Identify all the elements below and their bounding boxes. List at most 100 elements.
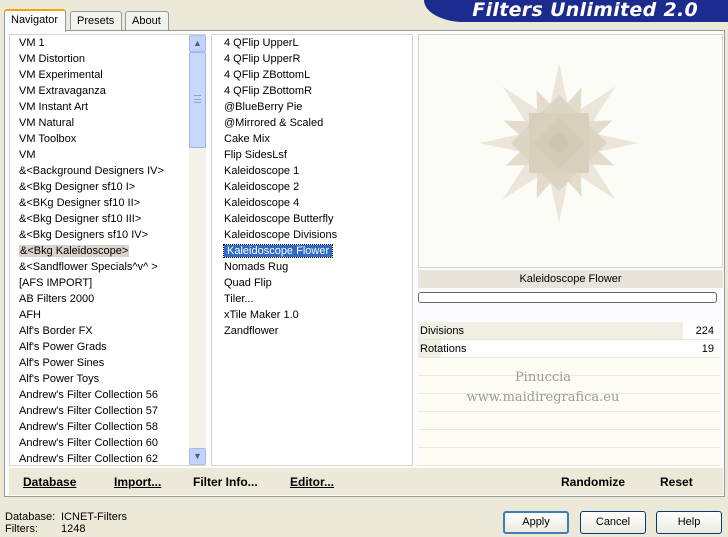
- category-item[interactable]: VM Natural: [10, 115, 190, 131]
- category-item[interactable]: VM 1: [10, 35, 190, 51]
- category-item[interactable]: &<BKg Designer sf10 II>: [10, 195, 190, 211]
- filter-item-label: Kaleidoscope 1: [224, 165, 300, 177]
- import-button-label: Import...: [114, 475, 162, 489]
- category-item[interactable]: Alf's Power Grads: [10, 339, 190, 355]
- filter-info-button[interactable]: Filter Info...: [193, 475, 258, 489]
- category-scrollbar[interactable]: ▲ ▼: [189, 35, 206, 465]
- category-item-label: VM 1: [19, 37, 45, 49]
- param-rotations-value: 19: [701, 343, 714, 355]
- filter-item[interactable]: 4 QFlip UpperL: [212, 35, 412, 51]
- category-item[interactable]: VM Extravaganza: [10, 83, 190, 99]
- category-item-label: AFH: [19, 309, 41, 321]
- database-button[interactable]: Database: [23, 475, 76, 489]
- filter-item-label: 4 QFlip UpperL: [224, 37, 299, 49]
- category-item[interactable]: AFH: [10, 307, 190, 323]
- watermark-line-2: www.maidiregrafica.eu: [466, 390, 620, 405]
- category-item[interactable]: VM: [10, 147, 190, 163]
- category-item[interactable]: Andrew's Filter Collection 60: [10, 435, 190, 451]
- filter-item-label: 4 QFlip ZBottomL: [224, 69, 311, 81]
- category-item[interactable]: &<Bkg Designer sf10 I>: [10, 179, 190, 195]
- filter-item[interactable]: Quad Flip: [212, 275, 412, 291]
- category-item[interactable]: Andrew's Filter Collection 56: [10, 387, 190, 403]
- reset-button-label: Reset: [660, 475, 693, 489]
- filter-item[interactable]: Flip SidesLsf: [212, 147, 412, 163]
- param-rotations[interactable]: Rotations 19: [418, 340, 720, 358]
- filter-item-label: Quad Flip: [224, 277, 272, 289]
- tab-presets[interactable]: Presets: [70, 11, 122, 31]
- category-item[interactable]: Andrew's Filter Collection 57: [10, 403, 190, 419]
- category-item-label: AB Filters 2000: [19, 293, 95, 305]
- reset-button[interactable]: Reset: [660, 475, 693, 489]
- import-button[interactable]: Import...: [114, 475, 161, 489]
- filter-info-button-label: Filter Info...: [193, 475, 258, 489]
- param-rotations-label: Rotations: [420, 343, 467, 355]
- scroll-up-button[interactable]: ▲: [189, 35, 206, 52]
- filter-item[interactable]: @Mirrored & Scaled: [212, 115, 412, 131]
- category-item[interactable]: &<Bkg Kaleidoscope>: [10, 243, 190, 259]
- param-empty-slot: [418, 430, 720, 448]
- category-item[interactable]: &<Bkg Designers sf10 IV>: [10, 227, 190, 243]
- filter-item-label: Tiler...: [224, 293, 254, 305]
- category-item[interactable]: VM Instant Art: [10, 99, 190, 115]
- scroll-down-button[interactable]: ▼: [189, 448, 206, 465]
- apply-button[interactable]: Apply: [503, 511, 569, 534]
- category-item-label: VM Experimental: [19, 69, 103, 81]
- category-item[interactable]: Alf's Power Toys: [10, 371, 190, 387]
- category-item[interactable]: AB Filters 2000: [10, 291, 190, 307]
- category-item-label: Alf's Power Grads: [19, 341, 107, 353]
- filter-item[interactable]: 4 QFlip ZBottomL: [212, 67, 412, 83]
- category-item[interactable]: Andrew's Filter Collection 58: [10, 419, 190, 435]
- filter-item[interactable]: Kaleidoscope Flower: [212, 243, 412, 259]
- category-item-label: &<BKg Designer sf10 II>: [19, 197, 141, 209]
- scroll-thumb[interactable]: [189, 52, 206, 148]
- filter-item-label: Flip SidesLsf: [224, 149, 287, 161]
- category-item[interactable]: Alf's Power Sines: [10, 355, 190, 371]
- filter-item-label: Kaleidoscope Flower: [222, 244, 334, 258]
- cancel-button[interactable]: Cancel: [580, 511, 646, 534]
- filter-item-label: 4 QFlip ZBottomR: [224, 85, 313, 97]
- database-status-label: Database:: [5, 511, 56, 523]
- category-item[interactable]: VM Distortion: [10, 51, 190, 67]
- filter-item[interactable]: xTile Maker 1.0: [212, 307, 412, 323]
- category-item[interactable]: Andrew's Filter Collection 62: [10, 451, 190, 467]
- category-item[interactable]: [AFS IMPORT]: [10, 275, 190, 291]
- category-item-label: VM Toolbox: [19, 133, 77, 145]
- param-divisions[interactable]: Divisions 224: [418, 322, 720, 340]
- filter-list[interactable]: 4 QFlip UpperL 4 QFlip UpperR 4 QFlip ZBot…: [211, 34, 413, 466]
- filter-item[interactable]: Kaleidoscope 4: [212, 195, 412, 211]
- tab-navigator[interactable]: Navigator: [4, 9, 66, 32]
- filter-item[interactable]: Kaleidoscope Butterfly: [212, 211, 412, 227]
- tab-about[interactable]: About: [125, 11, 169, 31]
- filter-item[interactable]: Kaleidoscope Divisions: [212, 227, 412, 243]
- category-item-label: &<Bkg Designer sf10 I>: [19, 181, 136, 193]
- category-item[interactable]: &<Background Designers IV>: [10, 163, 190, 179]
- filter-item[interactable]: Kaleidoscope 2: [212, 179, 412, 195]
- category-item[interactable]: &<Sandflower Specials^v^ >: [10, 259, 190, 275]
- category-item-label: Andrew's Filter Collection 58: [19, 421, 159, 433]
- filter-item[interactable]: Tiler...: [212, 291, 412, 307]
- filter-item[interactable]: 4 QFlip ZBottomR: [212, 83, 412, 99]
- editor-button[interactable]: Editor...: [290, 475, 334, 489]
- category-item[interactable]: VM Toolbox: [10, 131, 190, 147]
- randomize-button[interactable]: Randomize: [561, 475, 625, 489]
- filter-item[interactable]: 4 QFlip UpperR: [212, 51, 412, 67]
- watermark: Pinuccia www.maidiregrafica.eu: [418, 368, 668, 408]
- filter-item-label: Cake Mix: [224, 133, 270, 145]
- filter-item-label: Nomads Rug: [224, 261, 289, 273]
- category-item[interactable]: &<Bkg Designer sf10 III>: [10, 211, 190, 227]
- category-list[interactable]: VM 1 VM Distortion VM Experimental VM Extra…: [9, 34, 206, 466]
- category-item[interactable]: VM Experimental: [10, 67, 190, 83]
- category-item-label: Alf's Power Sines: [19, 357, 105, 369]
- filter-item[interactable]: Cake Mix: [212, 131, 412, 147]
- database-status-value: ICNET-Filters: [61, 511, 127, 523]
- filter-item[interactable]: Nomads Rug: [212, 259, 412, 275]
- category-item-label: VM Instant Art: [19, 101, 89, 113]
- category-item[interactable]: Alf's Border FX: [10, 323, 190, 339]
- filter-item[interactable]: Zandflower: [212, 323, 412, 339]
- filter-item[interactable]: @BlueBerry Pie: [212, 99, 412, 115]
- help-button[interactable]: Help: [656, 511, 722, 534]
- progress-bar: [418, 292, 717, 303]
- category-item-label: VM Natural: [19, 117, 75, 129]
- category-rows: VM 1 VM Distortion VM Experimental VM Extra…: [10, 35, 190, 467]
- filter-item[interactable]: Kaleidoscope 1: [212, 163, 412, 179]
